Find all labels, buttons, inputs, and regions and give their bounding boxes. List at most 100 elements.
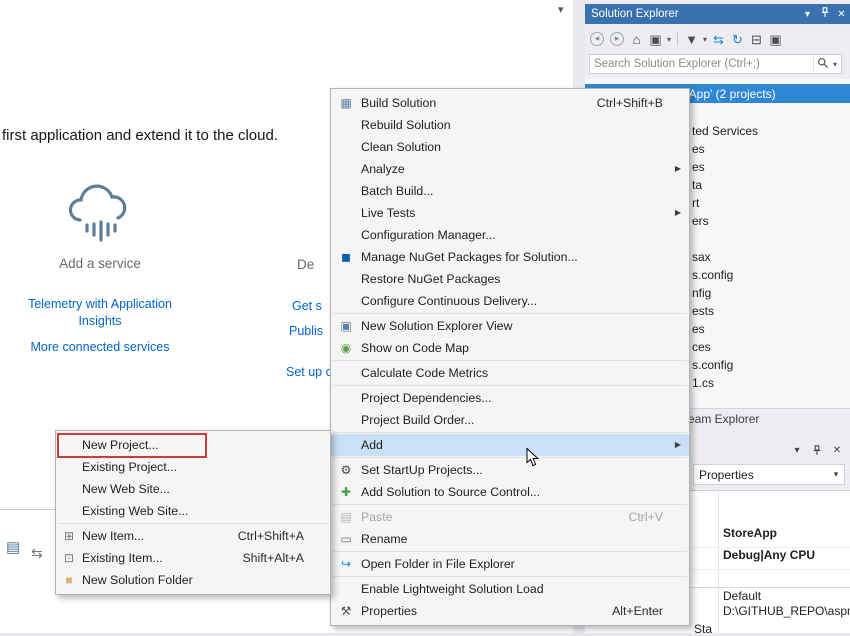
window-dropdown-icon[interactable]: ▾ — [558, 3, 564, 16]
property-value[interactable]: Debug|Any CPU — [723, 548, 815, 563]
menu-item-new-web-site[interactable]: New Web Site... — [56, 478, 330, 500]
menu-item-restore-nuget-packages[interactable]: Restore NuGet Packages — [331, 268, 689, 290]
code-map-icon: ◉ — [331, 337, 361, 359]
new-view-icon[interactable]: ▣ — [647, 31, 664, 48]
menu-item-enable-lightweight-solution-load[interactable]: Enable Lightweight Solution Load — [331, 578, 689, 600]
link-fragment[interactable]: Publis — [289, 324, 323, 338]
menu-item-label: Show on Code Map — [361, 341, 689, 355]
menu-item-configure-continuous-delivery[interactable]: Configure Continuous Delivery... — [331, 290, 689, 312]
menu-item-add[interactable]: Add▶ — [331, 434, 689, 456]
compare-pane-icon[interactable]: ⇆ — [31, 545, 43, 562]
tree-item-fragment[interactable]: ted Services — [692, 122, 758, 140]
window-position-icon[interactable]: ▾ — [799, 9, 816, 20]
mouse-cursor — [526, 448, 540, 471]
telemetry-application-insights-link[interactable]: Telemetry with Application Insights — [5, 296, 195, 330]
add-service-label: Add a service — [5, 256, 195, 271]
menu-separator — [333, 504, 687, 505]
menu-item-set-startup-projects[interactable]: ⚙Set StartUp Projects... — [331, 459, 689, 481]
menu-item-label: Set StartUp Projects... — [361, 463, 689, 477]
window-position-icon[interactable]: ▾ — [789, 445, 805, 456]
solution-context-menu: ▦Build SolutionCtrl+Shift+B Rebuild Solut… — [330, 88, 690, 626]
menu-item-calculate-code-metrics[interactable]: Calculate Code Metrics — [331, 362, 689, 384]
menu-item-clean-solution[interactable]: Clean Solution — [331, 136, 689, 158]
search-icon[interactable] — [817, 57, 829, 72]
tree-item-fragment[interactable]: ta — [692, 176, 702, 194]
menu-item-shortcut: Ctrl+V — [628, 510, 663, 524]
menu-item-add-solution-to-source-control[interactable]: ✚Add Solution to Source Control... — [331, 481, 689, 503]
tree-item-fragment[interactable]: ers — [692, 212, 709, 230]
close-icon[interactable]: ✕ — [833, 9, 850, 20]
chevron-down-icon[interactable]: ▾ — [829, 60, 841, 69]
search-input[interactable] — [590, 58, 810, 70]
more-connected-services-link[interactable]: More connected services — [5, 340, 195, 354]
pin-icon[interactable] — [816, 7, 833, 21]
menu-item-show-on-code-map[interactable]: ◉Show on Code Map — [331, 337, 689, 359]
menu-item-rename[interactable]: ▭Rename — [331, 528, 689, 550]
dropdown-icon[interactable]: ▾ — [665, 31, 673, 48]
properties-object-combobox[interactable]: Properties ▾ — [693, 464, 845, 485]
close-icon[interactable]: ✕ — [829, 445, 845, 456]
menu-item-existing-web-site[interactable]: Existing Web Site... — [56, 500, 330, 522]
tree-item-fragment[interactable]: s.config — [692, 266, 733, 284]
menu-item-configuration-manager[interactable]: Configuration Manager... — [331, 224, 689, 246]
menu-item-properties[interactable]: ⚒PropertiesAlt+Enter — [331, 600, 689, 622]
submenu-arrow-icon: ▶ — [675, 202, 681, 224]
menu-item-batch-build[interactable]: Batch Build... — [331, 180, 689, 202]
tree-item-fragment[interactable]: ces — [692, 338, 711, 356]
pin-icon[interactable] — [809, 445, 825, 459]
tree-item-fragment[interactable]: s.config — [692, 356, 733, 374]
tree-item-fragment[interactable]: ests — [692, 302, 714, 320]
menu-item-existing-item[interactable]: ⊡Existing Item...Shift+Alt+A — [56, 547, 330, 569]
property-value[interactable]: Default — [723, 589, 761, 604]
list-pane-icon[interactable]: ▤ — [6, 538, 20, 556]
menu-item-analyze[interactable]: Analyze▶ — [331, 158, 689, 180]
menu-item-new-solution-folder[interactable]: ■New Solution Folder — [56, 569, 330, 591]
solution-explorer-titlebar[interactable]: Solution Explorer ▾ ✕ — [585, 4, 850, 24]
menu-item-label: Add Solution to Source Control... — [361, 485, 689, 499]
menu-item-project-build-order[interactable]: Project Build Order... — [331, 409, 689, 431]
dropdown-icon[interactable]: ▾ — [701, 31, 709, 48]
menu-item-existing-project[interactable]: Existing Project... — [56, 456, 330, 478]
property-value[interactable]: StoreApp — [723, 526, 777, 541]
tree-item-fragment[interactable]: es — [692, 140, 705, 158]
sync-icon[interactable]: ⇆ — [710, 31, 727, 48]
nuget-icon: ◼ — [331, 246, 361, 268]
property-name-fragment: Sta — [694, 622, 712, 636]
property-value[interactable]: D:\GITHUB_REPO\aspn — [723, 604, 850, 619]
menu-item-build-solution[interactable]: ▦Build SolutionCtrl+Shift+B — [331, 92, 689, 114]
menu-item-label: Enable Lightweight Solution Load — [361, 582, 689, 596]
menu-item-open-folder-in-file-explorer[interactable]: ↪Open Folder in File Explorer — [331, 553, 689, 575]
tree-item-fragment[interactable]: nfig — [692, 284, 711, 302]
menu-item-new-solution-explorer-view[interactable]: ▣New Solution Explorer View — [331, 315, 689, 337]
menu-item-project-dependencies[interactable]: Project Dependencies... — [331, 387, 689, 409]
grid-column-divider[interactable] — [718, 491, 719, 633]
forward-icon[interactable]: ▸ — [610, 32, 624, 46]
collapse-all-icon[interactable]: ⊟ — [748, 31, 765, 48]
filter-icon[interactable]: ▼ — [683, 31, 700, 48]
home-icon[interactable]: ⌂ — [628, 31, 645, 48]
tree-item-fragment[interactable]: es — [692, 320, 705, 338]
link-fragment[interactable]: Get s — [292, 299, 322, 313]
menu-item-new-item[interactable]: ⊞New Item...Ctrl+Shift+A — [56, 525, 330, 547]
back-icon[interactable]: ◂ — [590, 32, 604, 46]
menu-item-manage-nuget-packages-for-solution[interactable]: ◼Manage NuGet Packages for Solution... — [331, 246, 689, 268]
refresh-icon[interactable]: ↻ — [729, 31, 746, 48]
paste-icon: ▤ — [331, 506, 361, 528]
tab-team-explorer[interactable]: Team Explorer — [682, 412, 759, 426]
menu-separator — [333, 385, 687, 386]
menu-item-paste[interactable]: ▤PasteCtrl+V — [331, 506, 689, 528]
search-box[interactable]: ▾ — [589, 54, 842, 74]
menu-item-label: Open Folder in File Explorer — [361, 557, 689, 571]
tree-item-fragment[interactable]: sax — [692, 248, 711, 266]
menu-item-label: New Web Site... — [82, 482, 330, 496]
tree-item-fragment[interactable]: rt — [692, 194, 699, 212]
menu-item-rebuild-solution[interactable]: Rebuild Solution — [331, 114, 689, 136]
properties-pages-icon[interactable]: ▣ — [767, 31, 784, 48]
menu-item-label: Rebuild Solution — [361, 118, 689, 132]
tree-item-fragment[interactable]: es — [692, 158, 705, 176]
menu-item-live-tests[interactable]: Live Tests▶ — [331, 202, 689, 224]
menu-item-label: Existing Web Site... — [82, 504, 330, 518]
link-fragment[interactable]: Set up c — [286, 365, 332, 379]
rename-icon: ▭ — [331, 528, 361, 550]
tree-item-fragment[interactable]: 1.cs — [692, 374, 714, 392]
